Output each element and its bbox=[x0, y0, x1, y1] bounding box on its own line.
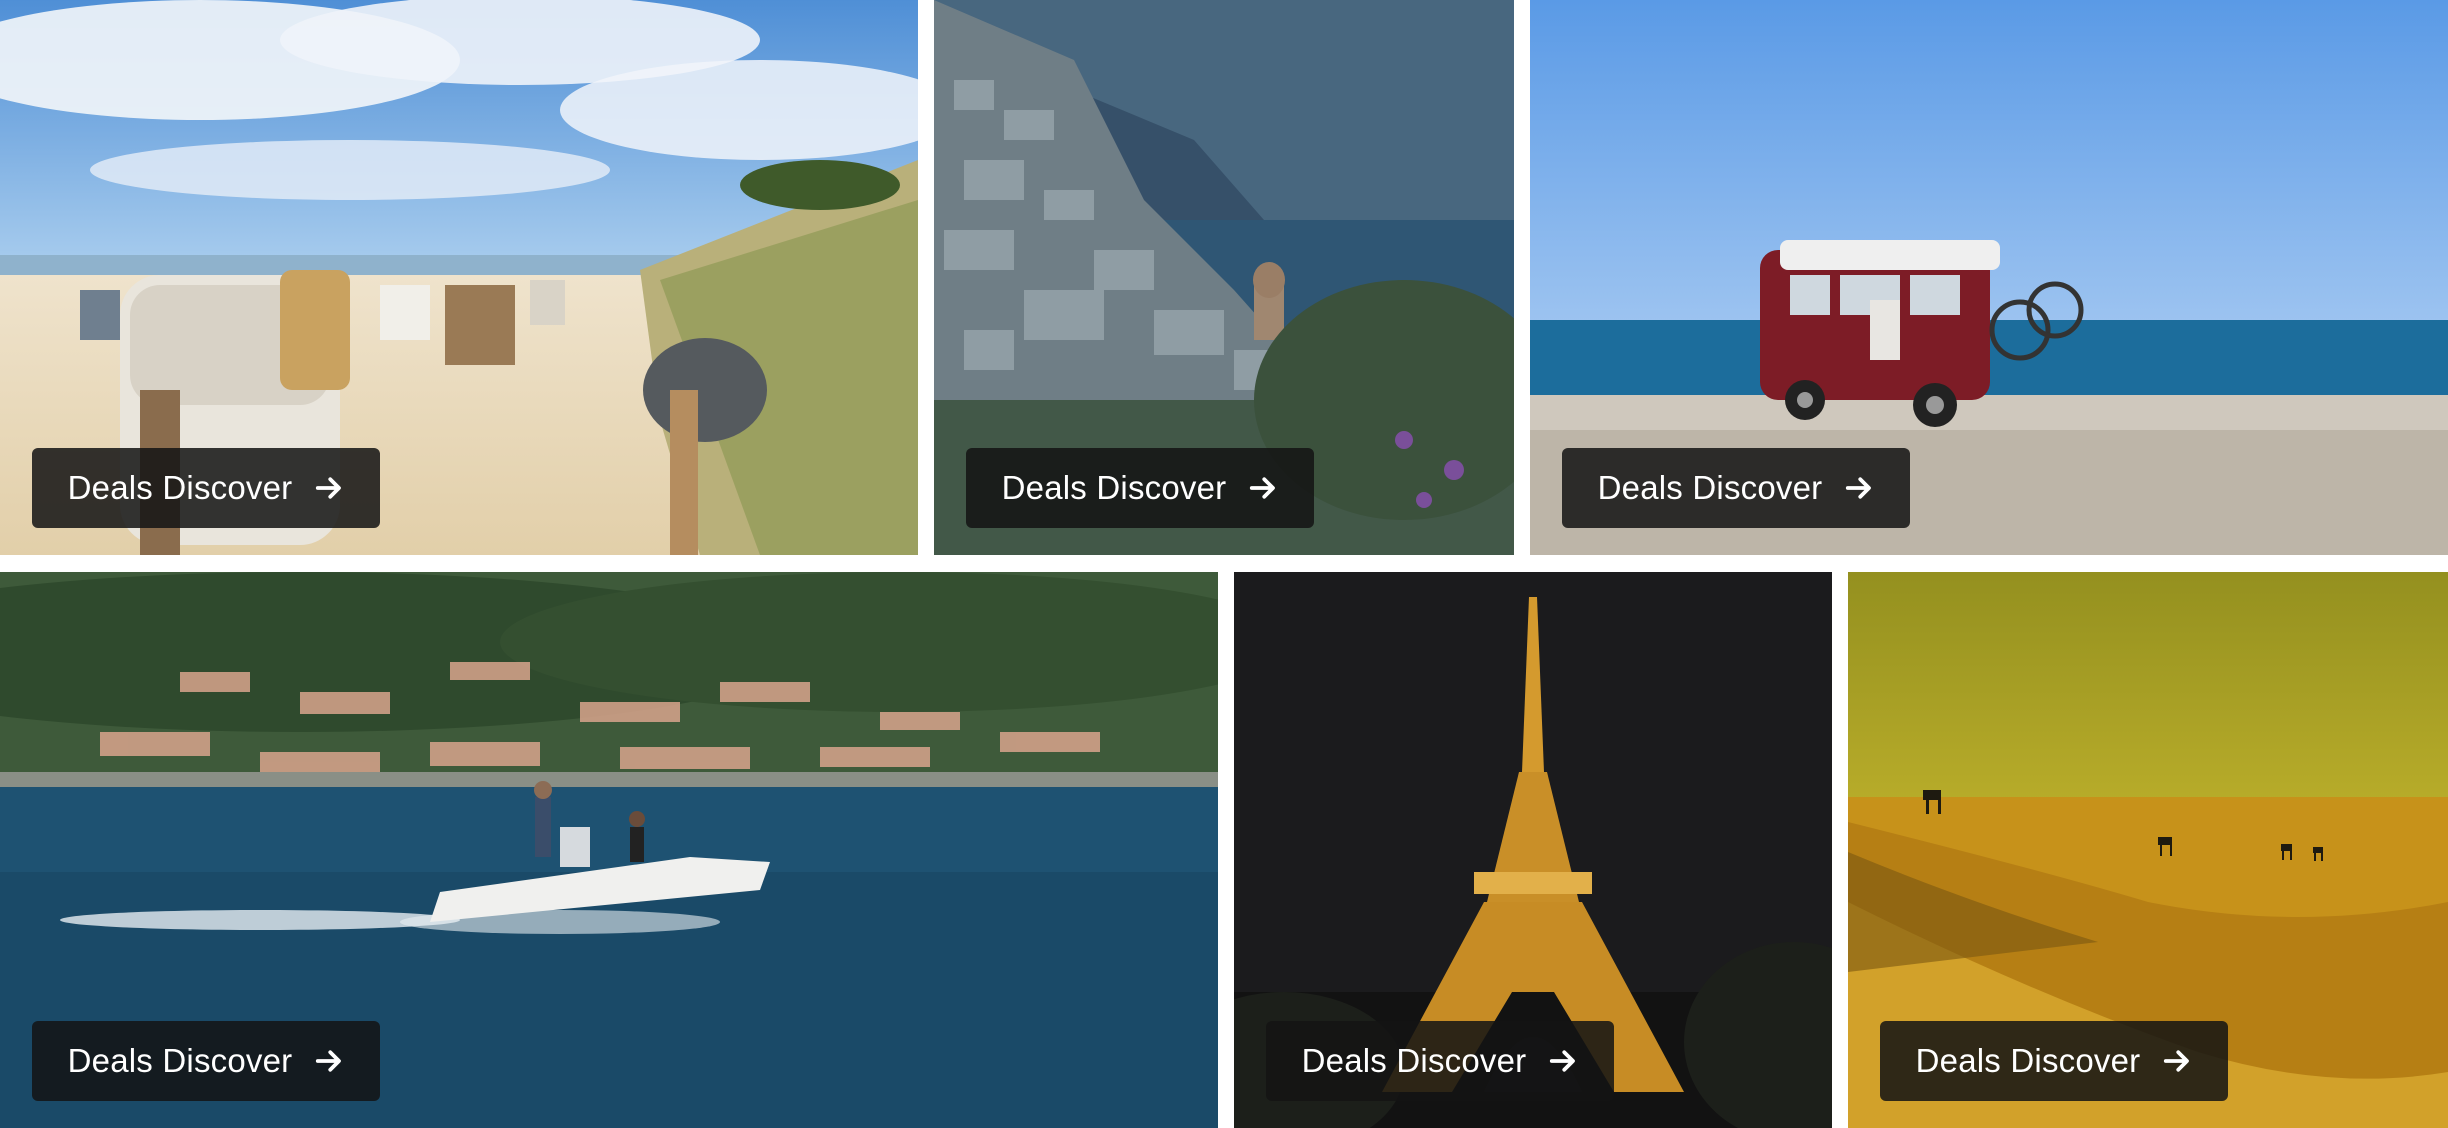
arrow-right-icon bbox=[316, 477, 342, 499]
deals-discover-label: Deals Discover bbox=[1301, 1042, 1527, 1079]
deals-discover-button[interactable]: Deals Discover bbox=[1880, 1021, 2228, 1101]
deal-card-van[interactable]: Deals Discover bbox=[1530, 0, 2448, 555]
deals-discover-button[interactable]: Deals Discover bbox=[1562, 448, 1910, 528]
arrow-right-icon bbox=[2164, 1050, 2190, 1072]
deals-discover-button[interactable]: Deals Discover bbox=[32, 1021, 380, 1101]
arrow-right-icon bbox=[1250, 477, 1276, 499]
deals-discover-button[interactable]: Deals Discover bbox=[1266, 1021, 1614, 1101]
arrow-right-icon bbox=[1550, 1050, 1576, 1072]
deal-card-eiffel[interactable]: Deals Discover bbox=[1234, 572, 1832, 1128]
deals-discover-button[interactable]: Deals Discover bbox=[966, 448, 1314, 528]
deal-card-beach[interactable]: Deals Discover bbox=[0, 0, 918, 555]
deal-card-desert[interactable]: Deals Discover bbox=[1848, 572, 2448, 1128]
arrow-right-icon bbox=[1846, 477, 1872, 499]
deal-card-coastal-village[interactable]: Deals Discover bbox=[934, 0, 1514, 555]
deals-discover-label: Deals Discover bbox=[67, 469, 293, 506]
deal-card-speedboat[interactable]: Deals Discover bbox=[0, 572, 1218, 1128]
deals-discover-label: Deals Discover bbox=[67, 1042, 293, 1079]
deals-discover-button[interactable]: Deals Discover bbox=[32, 448, 380, 528]
arrow-right-icon bbox=[316, 1050, 342, 1072]
deals-discover-label: Deals Discover bbox=[1915, 1042, 2141, 1079]
deals-discover-label: Deals Discover bbox=[1001, 469, 1227, 506]
deals-discover-label: Deals Discover bbox=[1597, 469, 1823, 506]
